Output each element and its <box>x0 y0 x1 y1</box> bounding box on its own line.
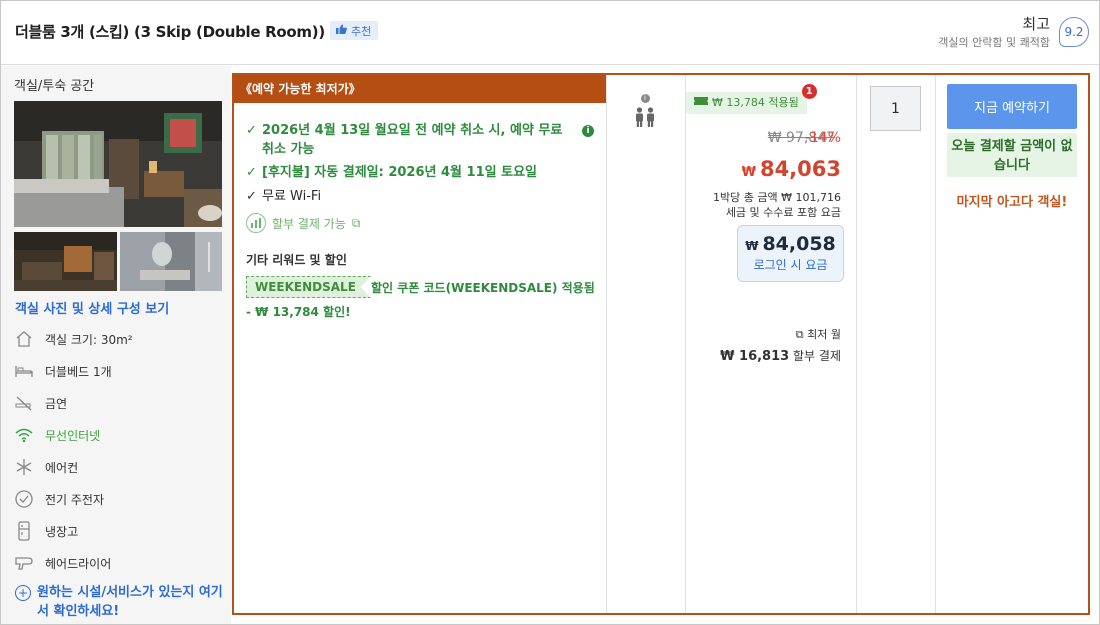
final-price-value: 84,063 <box>759 157 841 181</box>
plus-circle-icon: + <box>15 585 31 601</box>
recommend-label: 추천 <box>351 24 372 38</box>
free-cancel-condition: ✓ 2026년 4월 13일 월요일 전 예약 취소 시, 예약 무료 취소 가… <box>246 121 594 159</box>
bed-icon <box>14 361 34 381</box>
wifi-icon <box>14 425 34 445</box>
installment-option[interactable]: 할부 결제 가능 ⧉ <box>246 213 360 233</box>
login-price-label: 로그인 시 요금 <box>753 258 828 272</box>
feature-label: 객실 크기: 30m² <box>45 332 133 347</box>
condition-text: [후지불] 자동 결제일: 2026년 4월 11일 토요일 <box>262 165 537 180</box>
house-icon <box>14 329 34 349</box>
rating-word: 최고 <box>1022 15 1050 33</box>
external-link-icon: ⧉ <box>795 328 804 341</box>
login-price: ₩84,058 <box>738 233 843 255</box>
currency-symbol: ₩ <box>745 239 759 253</box>
feature-label: 전기 주전자 <box>45 492 105 507</box>
monthly-installment-label: ⧉ 최저 월 <box>796 326 841 342</box>
feature-label: 헤어드라이어 <box>45 556 112 571</box>
book-now-button[interactable]: 지금 예약하기 <box>947 84 1077 129</box>
room-sidebar: 객실/투숙 공간 객실 사진 및 상세 구성 보기 객실 크기: 30m² 더블… <box>1 66 231 624</box>
login-price-value: 84,058 <box>762 233 836 255</box>
other-rewards-title: 기타 리워드 및 할인 <box>246 253 347 267</box>
amenities-check-link[interactable]: + 원하는 시설/서비스가 있는지 여기서 확인하세요! <box>15 583 225 621</box>
feature-label: 금연 <box>45 396 68 411</box>
check-icon: ✓ <box>246 165 257 180</box>
feature-label: 더블베드 1개 <box>45 364 112 379</box>
monthly-amount: ₩ 16,813 <box>720 349 790 364</box>
wifi-condition: ✓ 무료 Wi-Fi <box>246 187 321 206</box>
coupon-saving-text: - ₩ 13,784 할인! <box>246 305 351 319</box>
amenities-check-label: 원하는 시설/서비스가 있는지 여기서 확인하세요! <box>37 585 223 619</box>
pay-later-condition: ✓ [후지불] 자동 결제일: 2026년 4월 11일 토요일 <box>246 163 537 182</box>
info-icon: i <box>640 94 650 103</box>
rating-score[interactable]: 9.2 <box>1059 17 1089 47</box>
deal-box: 《예약 가능한 최저가》 ✓ 2026년 4월 13일 월요일 전 예약 취소 … <box>232 73 1090 615</box>
column-divider <box>685 75 686 613</box>
column-divider <box>935 75 936 613</box>
monthly-label-text: 최저 월 <box>807 328 841 341</box>
check-icon: ✓ <box>246 123 257 138</box>
coupon-code-tag: WEEKENDSALE <box>246 276 371 298</box>
final-price: ₩ 84,063 <box>742 157 841 181</box>
info-icon[interactable]: i <box>582 125 594 137</box>
feature-label: 냉장고 <box>45 524 79 539</box>
ticket-icon <box>694 92 708 114</box>
feature-kettle: 전기 주전자 <box>14 488 104 510</box>
occupancy-indicator[interactable]: i <box>632 85 658 127</box>
bathroom-photo-thumb[interactable] <box>120 232 222 291</box>
hairdryer-icon <box>14 553 34 573</box>
monthly-installment-value: ₩ 16,813 할부 결제 <box>720 347 841 364</box>
condition-text: 무료 Wi-Fi <box>262 189 322 204</box>
no-payment-today-note: 오늘 결제할 금액이 없습니다 <box>947 133 1077 177</box>
recommend-badge: 추천 <box>330 21 379 40</box>
per-night-total: 1박당 총 금액 ₩ 101,716 <box>713 191 841 204</box>
currency-symbol: ₩ <box>741 165 756 180</box>
lowest-price-banner: 《예약 가능한 최저가》 <box>234 75 606 103</box>
installment-icon <box>246 213 266 233</box>
room-title: 더블룸 3개 (스킵) (3 Skip (Double Room)) <box>15 23 325 41</box>
coupon-applied-text: 할인 쿠폰 코드(WEEKENDSALE) 적용됨 <box>371 281 595 295</box>
feature-aircon: 에어컨 <box>14 456 78 478</box>
snowflake-icon <box>14 457 34 477</box>
installment-label: 할부 결제 가능 <box>272 216 346 231</box>
room-quantity-select[interactable]: 1 <box>870 86 921 131</box>
thumbs-up-icon <box>336 24 347 37</box>
fridge-icon <box>14 521 34 541</box>
room-header: 더블룸 3개 (스킵) (3 Skip (Double Room)) 추천 최고… <box>1 1 1099 65</box>
feature-label: 에어컨 <box>45 460 79 475</box>
last-room-alert: 마지막 아고다 객실! <box>956 195 1068 210</box>
two-adults-icon <box>632 107 658 127</box>
coupon-applied-pill[interactable]: ₩ 13,784 적용됨 1 <box>686 84 817 114</box>
monthly-suffix: 할부 결제 <box>793 349 841 363</box>
feature-room-size: 객실 크기: 30m² <box>14 328 133 350</box>
room-offer-panel: 더블룸 3개 (스킵) (3 Skip (Double Room)) 추천 최고… <box>0 0 1100 625</box>
check-icon: ✓ <box>246 189 257 204</box>
room-photo-thumb[interactable] <box>14 232 117 291</box>
condition-text: 2026년 4월 13일 월요일 전 예약 취소 시, 예약 무료 취소 가능 <box>262 123 563 157</box>
feature-hairdryer: 헤어드라이어 <box>14 552 111 574</box>
feature-no-smoking: 금연 <box>14 392 67 414</box>
feature-label: 무선인터넷 <box>45 428 101 443</box>
feature-wifi: 무선인터넷 <box>14 424 100 446</box>
column-divider <box>856 75 857 613</box>
coupon-applied-amount: ₩ 13,784 적용됨 <box>712 96 799 109</box>
login-price-box[interactable]: ₩84,058 로그인 시 요금 <box>737 225 844 282</box>
feature-bed: 더블베드 1개 <box>14 360 112 382</box>
notification-badge: 1 <box>801 84 817 99</box>
rating-subtitle: 객실의 안락함 및 쾌적함 <box>938 36 1050 49</box>
kettle-icon <box>14 489 34 509</box>
room-photos-link[interactable]: 객실 사진 및 상세 구성 보기 <box>15 298 169 317</box>
column-divider <box>606 75 607 613</box>
external-link-icon: ⧉ <box>351 215 361 230</box>
discount-percent: -14% <box>804 130 841 146</box>
sidebar-heading: 객실/투숙 공간 <box>14 79 95 94</box>
feature-fridge: 냉장고 <box>14 520 78 542</box>
tax-note: 세금 및 수수료 포함 요금 <box>725 206 841 219</box>
room-photo-main[interactable] <box>14 101 222 227</box>
no-smoking-icon <box>14 393 34 413</box>
